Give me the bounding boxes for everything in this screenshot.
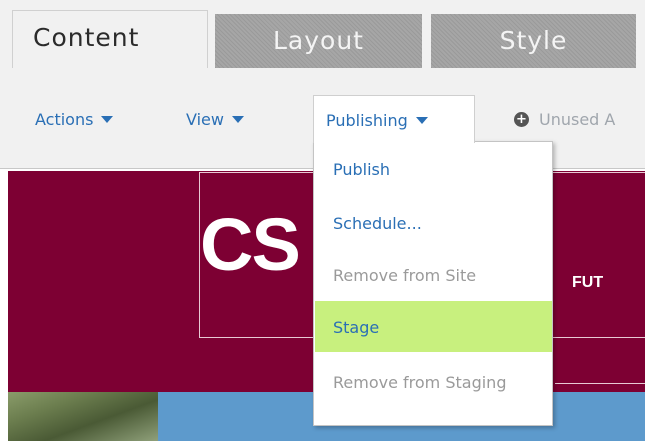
divider [555,383,645,384]
site-logo: CS [200,203,301,286]
actions-label: Actions [35,110,94,129]
menu-item-stage[interactable]: Stage [315,301,552,352]
tab-style[interactable]: Style [431,14,636,68]
caret-down-icon [415,117,428,124]
menu-item-remove-from-site: Remove from Site [333,266,477,285]
actions-menu-button[interactable]: Actions [35,110,114,129]
site-nav-text: FUT [572,274,604,291]
tab-content[interactable]: Content [12,10,208,68]
view-label: View [186,110,224,129]
view-menu-button[interactable]: View [186,110,244,129]
unused-label: Unused A [539,110,616,129]
plus-circle-icon: + [514,112,529,127]
menu-item-schedule[interactable]: Schedule... [315,214,552,233]
menu-item-publish[interactable]: Publish [315,160,552,179]
hero-image-tree [8,392,158,441]
cms-editor: Content Layout Style Actions View Publis… [0,0,645,441]
tab-layout[interactable]: Layout [215,14,422,68]
publishing-dropdown: Publish Schedule... Remove from Site Sta… [313,141,553,426]
publishing-label: Publishing [326,111,408,130]
tab-strip: Content Layout Style [0,0,645,68]
caret-down-icon [101,116,114,123]
unused-button[interactable]: + Unused A [514,110,615,129]
caret-down-icon [231,116,244,123]
menu-item-remove-from-staging: Remove from Staging [333,373,507,392]
publishing-menu-button[interactable]: Publishing [313,95,475,143]
